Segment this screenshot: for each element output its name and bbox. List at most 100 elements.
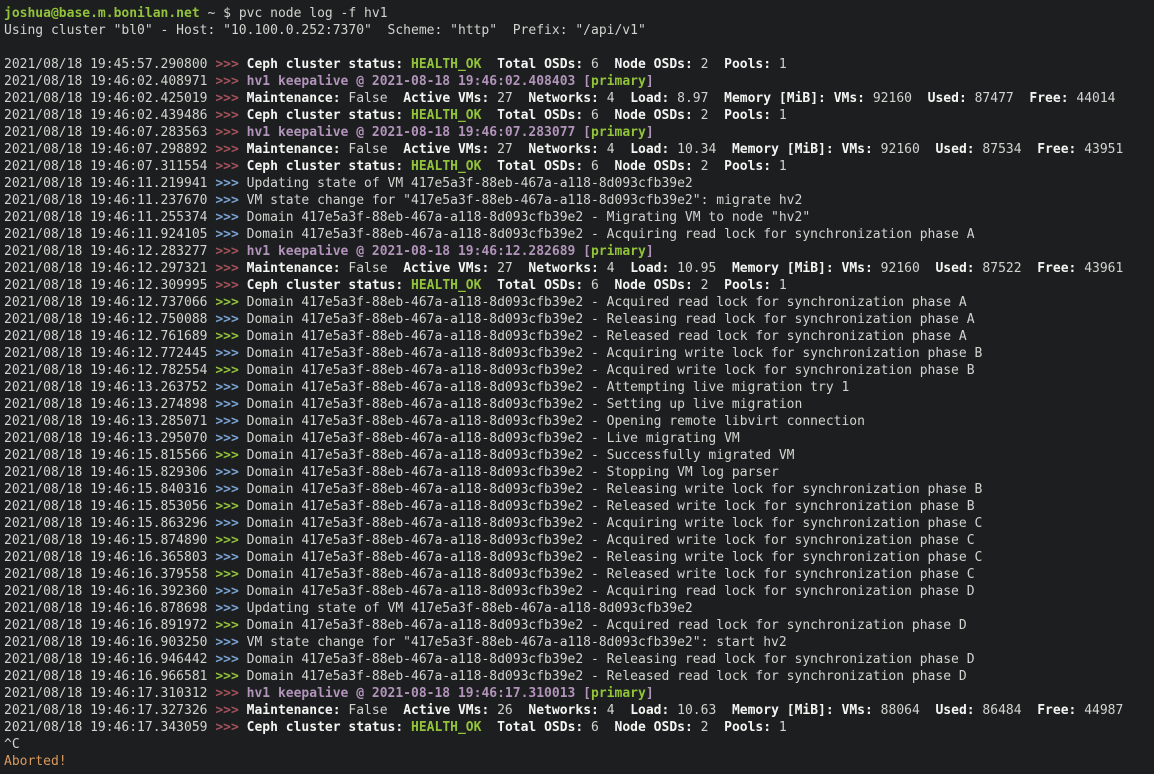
- log-output: 2021/08/18 19:45:57.290800 >>> Ceph clus…: [4, 56, 1154, 736]
- memory-vms-label: VMs:: [842, 703, 873, 718]
- memory-free-label: Free:: [1037, 261, 1076, 276]
- pools-label: Pools:: [724, 720, 771, 735]
- log-message: Domain 417e5a3f-88eb-467a-a118-8d093cfb3…: [247, 346, 983, 361]
- log-timestamp: 2021/08/18 19:46:02.408971: [4, 74, 215, 89]
- networks-value: 4: [599, 142, 630, 157]
- log-timestamp: 2021/08/18 19:46:15.840316: [4, 482, 215, 497]
- log-spacer: [239, 227, 247, 242]
- log-message: Domain 417e5a3f-88eb-467a-a118-8d093cfb3…: [247, 618, 967, 633]
- log-marker: >>>: [215, 431, 238, 446]
- log-message: Domain 417e5a3f-88eb-467a-a118-8d093cfb3…: [247, 397, 803, 412]
- log-spacer: [834, 142, 842, 157]
- keepalive-message: hv1 keepalive @ 2021-08-18 19:46:12.2826…: [247, 244, 591, 259]
- prompt-separator: ~ $: [200, 6, 239, 21]
- log-timestamp: 2021/08/18 19:46:13.274898: [4, 397, 215, 412]
- ceph-status-label: Ceph cluster status:: [247, 278, 404, 293]
- log-line: 2021/08/18 19:46:11.255374 >>> Domain 41…: [4, 209, 1154, 226]
- log-spacer: [403, 57, 411, 72]
- log-timestamp: 2021/08/18 19:46:16.891972: [4, 618, 215, 633]
- primary-flag: primary: [591, 686, 646, 701]
- maintenance-value: False: [341, 261, 404, 276]
- log-timestamp: 2021/08/18 19:46:15.829306: [4, 465, 215, 480]
- log-marker: >>>: [215, 261, 238, 276]
- total-osds-value: 6: [583, 278, 614, 293]
- log-timestamp: 2021/08/18 19:45:57.290800: [4, 57, 215, 72]
- log-timestamp: 2021/08/18 19:46:11.219941: [4, 176, 215, 191]
- log-message: Updating state of VM 417e5a3f-88eb-467a-…: [247, 601, 693, 616]
- networks-label: Networks:: [528, 142, 598, 157]
- load-value: 10.34: [669, 142, 732, 157]
- log-message: VM state change for "417e5a3f-88eb-467a-…: [247, 193, 803, 208]
- log-timestamp: 2021/08/18 19:46:13.263752: [4, 380, 215, 395]
- log-message: Domain 417e5a3f-88eb-467a-a118-8d093cfb3…: [247, 516, 983, 531]
- log-message: Domain 417e5a3f-88eb-467a-a118-8d093cfb3…: [247, 533, 975, 548]
- memory-vms-value: 92160: [873, 142, 936, 157]
- total-osds-value: 6: [583, 720, 614, 735]
- memory-label: Memory [MiB]:: [724, 91, 826, 106]
- memory-used-value: 86484: [975, 703, 1038, 718]
- log-timestamp: 2021/08/18 19:46:16.878698: [4, 601, 215, 616]
- log-line: 2021/08/18 19:46:16.392360 >>> Domain 41…: [4, 583, 1154, 600]
- node-osds-value: 2: [693, 108, 724, 123]
- log-spacer: [481, 278, 497, 293]
- total-osds-label: Total OSDs:: [497, 278, 583, 293]
- log-timestamp: 2021/08/18 19:46:15.815566: [4, 448, 215, 463]
- active-vms-label: Active VMs:: [403, 261, 489, 276]
- log-spacer: [239, 397, 247, 412]
- log-marker: >>>: [215, 601, 238, 616]
- memory-used-value: 87477: [967, 91, 1030, 106]
- log-line: 2021/08/18 19:46:15.853056 >>> Domain 41…: [4, 498, 1154, 515]
- log-line: 2021/08/18 19:46:16.379558 >>> Domain 41…: [4, 566, 1154, 583]
- keepalive-message: hv1 keepalive @ 2021-08-18 19:46:17.3100…: [247, 686, 591, 701]
- prompt-user-host: joshua@base.m.bonilan.net: [4, 6, 200, 21]
- log-spacer: [239, 533, 247, 548]
- log-line: 2021/08/18 19:46:15.874890 >>> Domain 41…: [4, 532, 1154, 549]
- memory-label: Memory [MiB]:: [732, 142, 834, 157]
- log-marker: >>>: [215, 108, 238, 123]
- log-line: 2021/08/18 19:46:13.263752 >>> Domain 41…: [4, 379, 1154, 396]
- log-line: 2021/08/18 19:46:16.903250 >>> VM state …: [4, 634, 1154, 651]
- log-spacer: [239, 261, 247, 276]
- log-message: VM state change for "417e5a3f-88eb-467a-…: [247, 635, 787, 650]
- log-line: 2021/08/18 19:46:11.924105 >>> Domain 41…: [4, 226, 1154, 243]
- log-marker: >>>: [215, 295, 238, 310]
- log-spacer: [403, 108, 411, 123]
- terminal-screen[interactable]: joshua@base.m.bonilan.net ~ $ pvc node l…: [0, 0, 1154, 774]
- node-osds-label: Node OSDs:: [615, 720, 693, 735]
- log-spacer: [481, 57, 497, 72]
- log-spacer: [239, 159, 247, 174]
- log-marker: >>>: [215, 414, 238, 429]
- log-line: 2021/08/18 19:46:12.297321 >>> Maintenan…: [4, 260, 1154, 277]
- load-label: Load:: [630, 703, 669, 718]
- networks-value: 4: [599, 261, 630, 276]
- log-marker: >>>: [215, 91, 238, 106]
- ceph-health-value: HEALTH_OK: [411, 159, 481, 174]
- memory-free-value: 44014: [1069, 91, 1116, 106]
- log-message: Domain 417e5a3f-88eb-467a-a118-8d093cfb3…: [247, 227, 975, 242]
- cluster-info-line: Using cluster "bl0" - Host: "10.100.0.25…: [4, 22, 1154, 39]
- log-line: 2021/08/18 19:46:11.237670 >>> VM state …: [4, 192, 1154, 209]
- log-spacer: [239, 176, 247, 191]
- log-line: 2021/08/18 19:46:07.298892 >>> Maintenan…: [4, 141, 1154, 158]
- log-timestamp: 2021/08/18 19:46:16.392360: [4, 584, 215, 599]
- log-line: 2021/08/18 19:46:15.863296 >>> Domain 41…: [4, 515, 1154, 532]
- pools-value: 1: [771, 108, 787, 123]
- node-osds-value: 2: [693, 720, 724, 735]
- log-marker: >>>: [215, 499, 238, 514]
- load-value: 10.63: [669, 703, 732, 718]
- log-spacer: [403, 159, 411, 174]
- log-line: 2021/08/18 19:46:02.439486 >>> Ceph clus…: [4, 107, 1154, 124]
- log-timestamp: 2021/08/18 19:46:13.285071: [4, 414, 215, 429]
- log-timestamp: 2021/08/18 19:46:15.874890: [4, 533, 215, 548]
- interrupt-line: ^C: [4, 736, 1154, 753]
- log-line: 2021/08/18 19:46:13.274898 >>> Domain 41…: [4, 396, 1154, 413]
- log-line: 2021/08/18 19:46:16.966581 >>> Domain 41…: [4, 668, 1154, 685]
- memory-label: Memory [MiB]:: [732, 261, 834, 276]
- log-spacer: [239, 363, 247, 378]
- ceph-health-value: HEALTH_OK: [411, 108, 481, 123]
- keepalive-message: hv1 keepalive @ 2021-08-18 19:46:02.4084…: [247, 74, 591, 89]
- log-spacer: [239, 703, 247, 718]
- node-osds-label: Node OSDs:: [615, 159, 693, 174]
- ceph-health-value: HEALTH_OK: [411, 278, 481, 293]
- log-line: 2021/08/18 19:46:07.311554 >>> Ceph clus…: [4, 158, 1154, 175]
